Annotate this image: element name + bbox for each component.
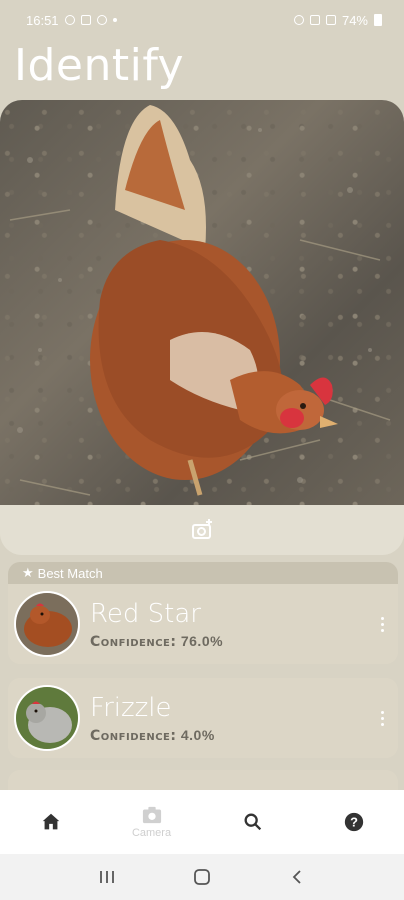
battery-percent: 74% — [341, 12, 368, 28]
battery-icon — [374, 14, 382, 26]
confidence-label: Confidence: — [90, 727, 177, 744]
wifi-icon — [309, 15, 320, 25]
nav-help[interactable]: ? — [314, 811, 394, 833]
confidence-value: 76.0% — [180, 632, 224, 649]
more-notifications-icon — [112, 18, 117, 22]
more-options-icon[interactable] — [375, 707, 390, 730]
alarm-icon — [293, 15, 304, 25]
nav-camera-label: Camera — [131, 827, 172, 839]
result-card-frizzle[interactable]: Frizzle Confidence: 4.0% — [8, 678, 398, 758]
breed-name: Frizzle — [90, 692, 172, 723]
add-photo-icon[interactable] — [190, 518, 214, 542]
avatar — [14, 685, 80, 751]
camera-bar — [0, 505, 404, 555]
photo-card — [0, 100, 404, 555]
home-square-icon — [194, 869, 210, 885]
results-list: ★ Best Match Red Star Confidence: 76.0% — [8, 562, 398, 758]
confidence-label: Confidence: — [90, 633, 177, 650]
breed-name: Red Star — [90, 598, 201, 629]
home-icon — [42, 813, 59, 830]
recent-apps-button[interactable] — [87, 862, 127, 892]
system-nav — [0, 854, 404, 900]
result-card-red-star[interactable]: Red Star Confidence: 76.0% — [8, 584, 398, 664]
gallery-icon — [80, 15, 91, 25]
status-right: 74% — [293, 12, 382, 28]
hen-illustration — [9, 105, 391, 496]
nav-search[interactable] — [213, 811, 293, 833]
bottom-nav: Camera ? — [0, 790, 404, 854]
confidence-row: Confidence: 76.0% — [90, 633, 375, 650]
best-match-header: ★ Best Match — [8, 562, 398, 584]
nav-home[interactable] — [11, 811, 91, 833]
best-match-label: Best Match — [37, 565, 103, 581]
star-icon: ★ — [22, 565, 34, 580]
hen-photo — [0, 100, 404, 505]
help-icon: ? — [344, 812, 363, 832]
search-icon — [244, 813, 261, 831]
messenger-icon — [64, 15, 75, 25]
nav-camera[interactable]: Camera — [112, 805, 192, 839]
back-chevron-icon — [292, 870, 301, 884]
red-star-thumbnail — [16, 593, 78, 655]
confidence-value: 4.0% — [180, 726, 215, 743]
result-text: Frizzle Confidence: 4.0% — [90, 693, 375, 744]
more-options-icon[interactable] — [375, 613, 390, 636]
svg-text:?: ? — [350, 815, 358, 830]
back-button[interactable] — [277, 862, 317, 892]
status-time: 16:51 — [26, 12, 59, 28]
camera-icon — [142, 806, 161, 824]
avatar — [14, 591, 80, 657]
result-text: Red Star Confidence: 76.0% — [90, 599, 375, 650]
whatsapp-icon — [96, 15, 107, 25]
confidence-row: Confidence: 4.0% — [90, 727, 375, 744]
home-button[interactable] — [182, 862, 222, 892]
status-bar: 16:51 74% — [0, 0, 404, 40]
frizzle-thumbnail — [16, 687, 78, 749]
page-title: Identify — [14, 40, 185, 91]
signal-icon — [325, 15, 336, 25]
recent-apps-icon — [100, 871, 115, 883]
status-left: 16:51 — [26, 13, 117, 28]
